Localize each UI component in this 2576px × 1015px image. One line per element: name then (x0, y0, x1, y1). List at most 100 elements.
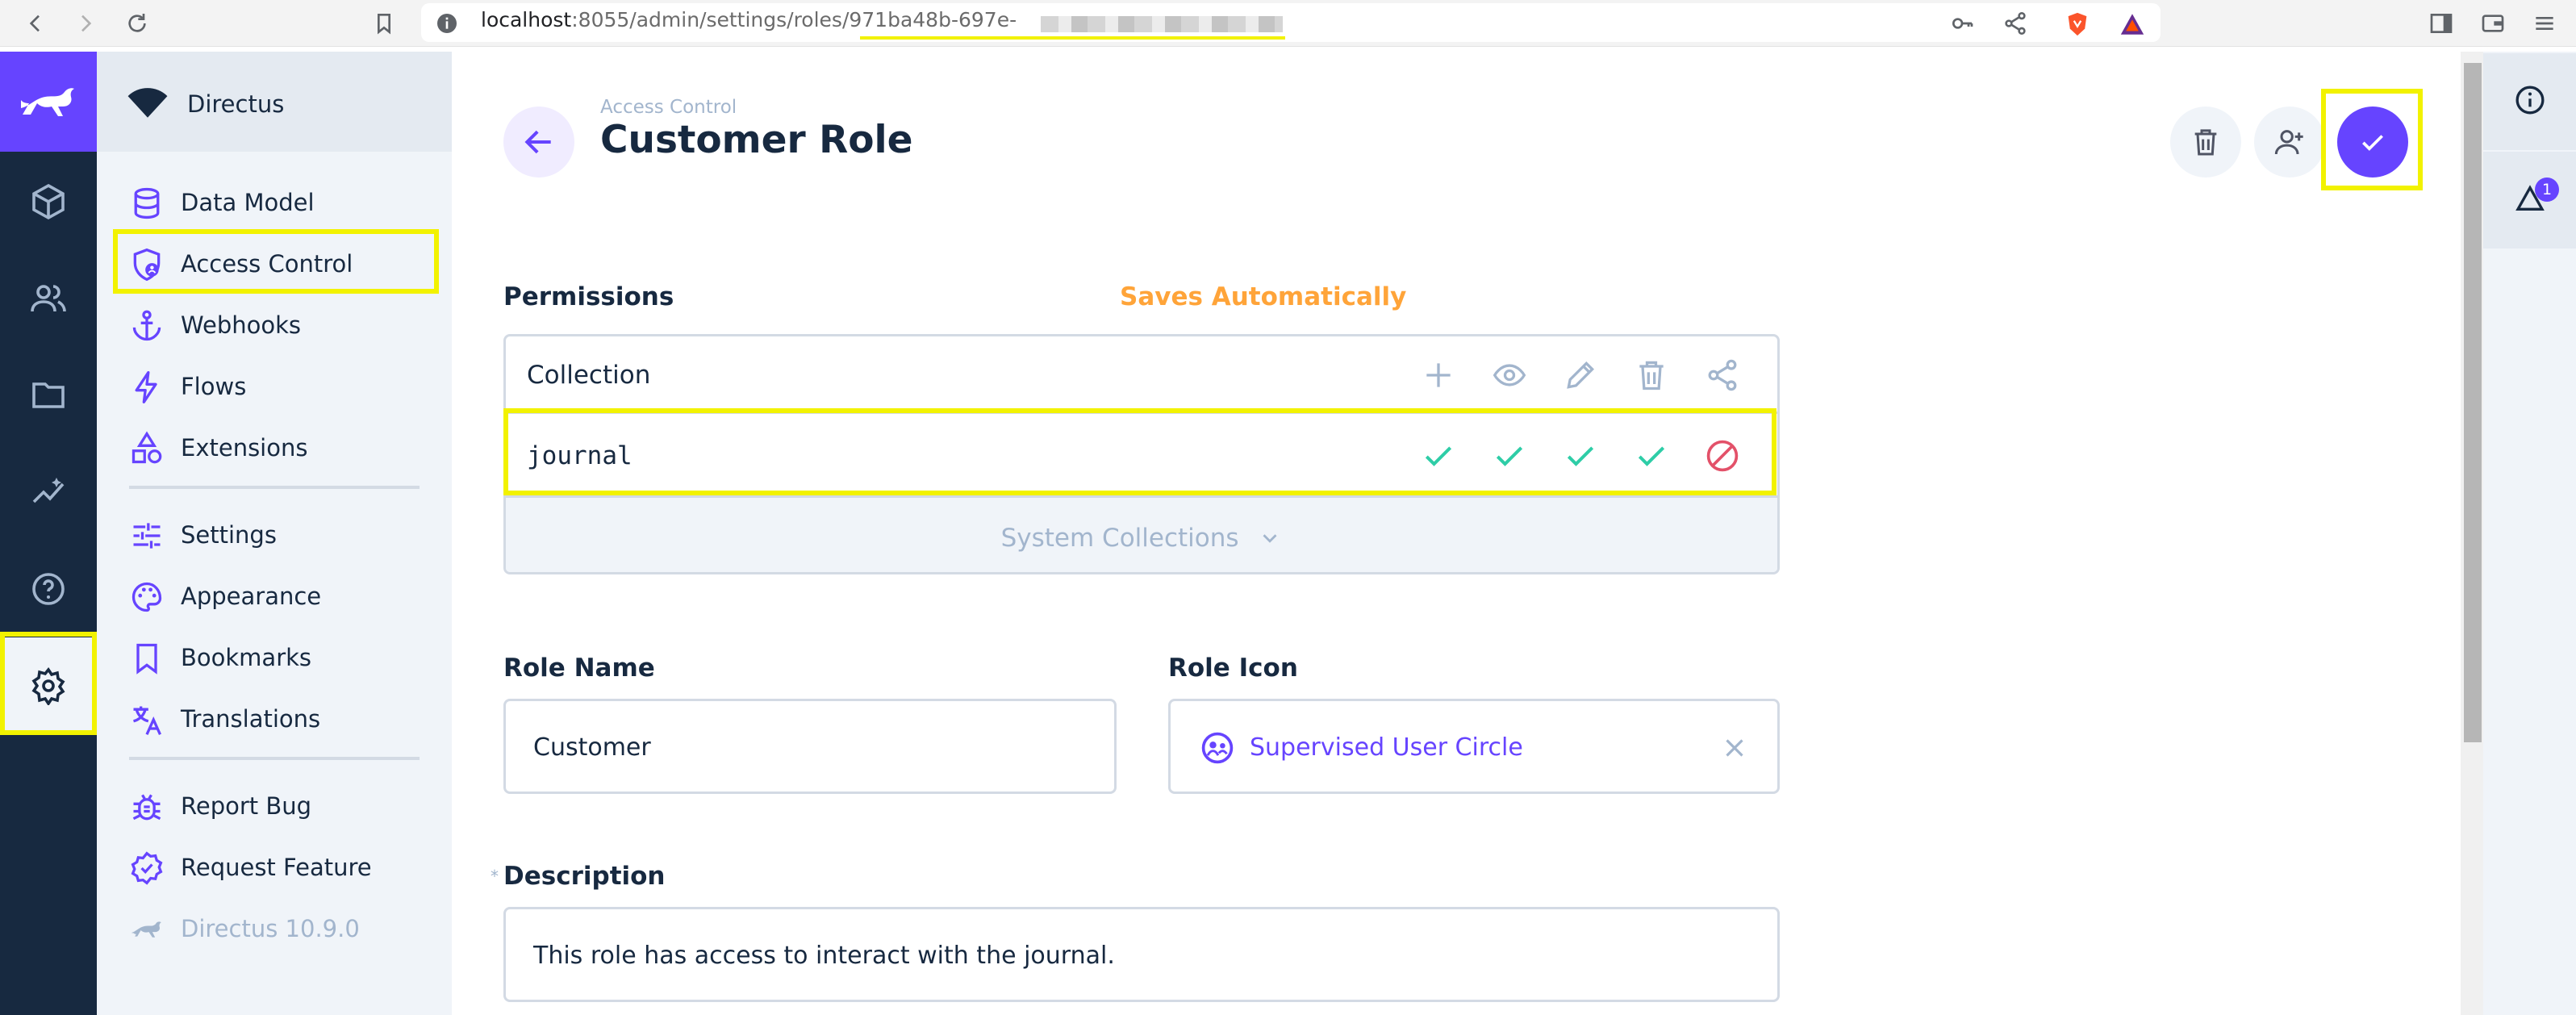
system-collections-toggle[interactable]: System Collections (506, 498, 1777, 572)
read-allowed-check-icon[interactable] (1492, 438, 1527, 474)
project-header[interactable]: Directus (97, 52, 452, 152)
saves-automatically-note: Saves Automatically (1120, 282, 1407, 311)
permissions-table: Collection journal System Collections (503, 334, 1780, 574)
nav-item-label: Flows (181, 373, 247, 400)
browser-reload-icon[interactable] (124, 10, 150, 36)
new-releases-icon (131, 851, 163, 885)
users-module-icon[interactable] (0, 250, 97, 347)
nav-item-label: Data Model (181, 189, 315, 216)
navigation-panel: Directus Data Model Access Control Webho… (97, 52, 452, 1015)
insights-module-icon[interactable] (0, 444, 97, 541)
nav-item-webhooks[interactable]: Webhooks (129, 299, 436, 347)
nav-divider (129, 757, 420, 760)
create-icon[interactable] (1421, 357, 1456, 393)
delete-role-button[interactable] (2170, 107, 2241, 178)
nav-item-label: Translations (181, 705, 321, 733)
revisions-sidebar-button[interactable]: 1 (2483, 152, 2576, 249)
nav-item-settings[interactable]: Settings (129, 508, 436, 557)
nav-item-label: Extensions (181, 434, 308, 462)
scrollbar-thumb[interactable] (2464, 63, 2482, 742)
nav-item-flows[interactable]: Flows (129, 360, 436, 408)
update-pencil-icon[interactable] (1563, 357, 1598, 393)
nav-item-label: Webhooks (181, 311, 301, 339)
role-icon-select[interactable]: Supervised User Circle (1168, 699, 1780, 794)
chevron-down-icon (1258, 526, 1282, 550)
help-module-icon[interactable] (0, 541, 97, 637)
nav-item-label: Settings (181, 521, 277, 549)
nav-item-label: Bookmarks (181, 644, 312, 671)
description-input[interactable]: This role has access to interact with th… (503, 907, 1780, 1002)
supervised-user-circle-icon (1201, 732, 1234, 764)
browser-forward-icon[interactable] (73, 10, 98, 36)
translate-icon (133, 706, 162, 736)
redacted-url-segment (1041, 16, 1283, 32)
project-name: Directus (187, 90, 285, 118)
nav-item-access-control[interactable]: Access Control (129, 237, 436, 286)
nav-item-report-bug[interactable]: Report Bug (129, 779, 436, 828)
nav-item-label: Request Feature (181, 854, 372, 881)
directus-rabbit-icon (131, 921, 161, 938)
role-name-label: Role Name (503, 654, 655, 683)
nav-item-label: Appearance (181, 583, 322, 610)
bookmark-icon (136, 643, 157, 675)
url-highlight (860, 36, 1285, 40)
role-icon-label: Role Icon (1168, 654, 1298, 683)
password-key-icon[interactable] (1949, 10, 1975, 36)
clear-icon[interactable] (1719, 733, 1750, 763)
wallet-icon[interactable] (2480, 10, 2506, 36)
nav-divider (129, 486, 420, 489)
role-icon-value: Supervised User Circle (1250, 733, 1523, 762)
sidebar-toggle-icon[interactable] (2428, 10, 2454, 36)
create-allowed-check-icon[interactable] (1421, 438, 1456, 474)
share-blocked-icon[interactable] (1705, 438, 1740, 474)
role-name-input[interactable]: Customer (503, 699, 1117, 794)
nav-item-request-feature[interactable]: Request Feature (129, 841, 436, 889)
nav-item-label: Report Bug (181, 792, 312, 820)
nav-item-extensions[interactable]: Extensions (129, 421, 436, 470)
arrow-back-icon (524, 130, 551, 154)
url-path: :8055/admin/settings/roles/971ba48b-697e… (571, 8, 1017, 31)
nav-item-bookmarks[interactable]: Bookmarks (129, 631, 436, 679)
content-module-cube-icon[interactable] (0, 153, 97, 250)
browser-toolbar: localhost:8055/admin/settings/roles/971b… (0, 0, 2576, 47)
delete-trash-icon[interactable] (1634, 357, 1669, 393)
bug-icon (132, 794, 161, 821)
browser-back-icon[interactable] (23, 10, 48, 36)
required-marker: * (491, 867, 499, 886)
delete-allowed-check-icon[interactable] (1634, 438, 1669, 474)
check-icon (2362, 135, 2383, 151)
back-button[interactable] (503, 107, 574, 178)
tune-icon (133, 523, 161, 549)
share-page-icon[interactable] (2002, 10, 2028, 36)
bookmark-page-icon[interactable] (371, 10, 397, 36)
shield-person-icon (133, 248, 161, 282)
page-title: Customer Role (600, 118, 913, 162)
nav-item-data-model[interactable]: Data Model (129, 176, 436, 224)
breadcrumb[interactable]: Access Control (600, 97, 737, 118)
info-sidebar-button[interactable] (2483, 53, 2576, 150)
files-module-folder-icon[interactable] (0, 347, 97, 444)
browser-menu-icon[interactable] (2532, 10, 2557, 36)
share-icon[interactable] (1705, 357, 1740, 393)
directus-logo[interactable] (0, 52, 97, 152)
anchor-icon (132, 310, 161, 341)
role-name-value: Customer (533, 733, 651, 762)
module-bar (0, 52, 97, 1015)
save-button[interactable] (2337, 107, 2408, 178)
nav-item-translations[interactable]: Translations (129, 692, 436, 741)
url-text[interactable]: localhost:8055/admin/settings/roles/971b… (481, 8, 1017, 31)
read-eye-icon[interactable] (1492, 357, 1527, 393)
invite-user-button[interactable] (2254, 107, 2325, 178)
update-allowed-check-icon[interactable] (1563, 438, 1598, 474)
permissions-label: Permissions (503, 282, 674, 311)
right-sidebar: 1 (2483, 52, 2576, 1015)
site-info-icon[interactable] (434, 10, 460, 36)
brave-shield-icon[interactable] (2064, 10, 2090, 36)
settings-module-gear-icon[interactable] (0, 637, 97, 734)
nav-item-appearance[interactable]: Appearance (129, 570, 436, 618)
description-label: Description (503, 862, 666, 891)
brave-rewards-icon[interactable] (2119, 10, 2144, 36)
database-icon (134, 187, 160, 219)
shapes-icon (132, 431, 162, 464)
system-collections-label: System Collections (1000, 523, 1239, 553)
